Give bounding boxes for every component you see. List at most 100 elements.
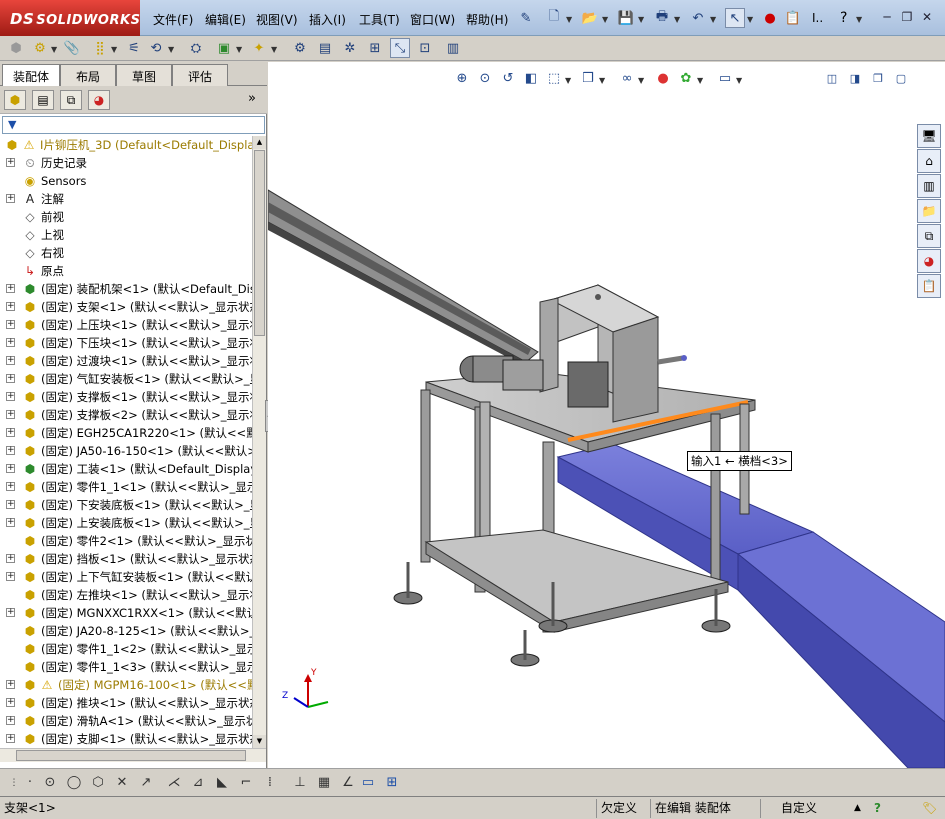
reference-geometry-icon[interactable]: ✦ — [249, 38, 269, 58]
convert-entities-icon[interactable]: ⌐ — [236, 773, 256, 793]
chevron-down-icon[interactable]: ▼ — [736, 76, 742, 85]
expand-icon[interactable]: + — [6, 734, 15, 743]
expand-icon[interactable]: + — [6, 446, 15, 455]
tree-node[interactable]: + ⬢ (固定) 支架<1> (默认<<默认>_显示状态 — [0, 298, 252, 316]
mirror-icon[interactable]: ⋌ — [164, 773, 184, 793]
circle-icon[interactable]: ⊙ — [40, 773, 60, 793]
feature-manager-icon[interactable]: ⬢ — [4, 90, 26, 110]
expand-icon[interactable]: + — [6, 302, 15, 311]
tree-vertical-scrollbar[interactable]: ▲ ▼ — [252, 136, 266, 748]
chevron-down-icon[interactable]: ▼ — [674, 15, 680, 24]
tree-node[interactable]: + ⬢ (固定) 推块<1> (默认<<默认>_显示状态 — [0, 694, 252, 712]
chevron-down-icon[interactable]: ▼ — [51, 45, 57, 54]
section-view-icon[interactable]: ◧ — [522, 70, 540, 88]
menu-view[interactable]: 视图(V) — [256, 11, 298, 28]
expand-icon[interactable]: + — [6, 482, 15, 491]
mate-icon[interactable]: ⚙ — [30, 38, 50, 58]
tree-node[interactable]: + ⬢ (固定) 上压块<1> (默认<<默认>_显示状 — [0, 316, 252, 334]
chevron-up-icon[interactable]: ▲ — [850, 799, 870, 818]
tab-evaluate[interactable]: 评估 — [172, 64, 228, 86]
expand-icon[interactable]: + — [6, 284, 15, 293]
paperclip-icon[interactable]: 📎 — [62, 38, 82, 58]
menu-help[interactable]: 帮助(H) — [466, 11, 508, 28]
graphics-area[interactable]: Z Y ⊕ ⊙ ↺ ◧ ⬚ ▼ ❒ ▼ ∞ ▼ ● ✿ ▼ ▭ ▼ ◫ ◨ ❐ … — [268, 62, 945, 768]
chevron-down-icon[interactable]: ▼ — [271, 45, 277, 54]
tree-node[interactable]: ◇ 右视 — [0, 244, 252, 262]
centerpoint-arc-icon[interactable]: ◯ — [64, 773, 84, 793]
tree-node[interactable]: + ⬢ (固定) 支撑板<2> (默认<<默认>_显示状 — [0, 406, 252, 424]
tab-sketch[interactable]: 草图 — [116, 64, 172, 86]
scroll-up-icon[interactable]: ▲ — [253, 136, 266, 149]
file-explorer-icon[interactable]: 📁 — [917, 199, 941, 223]
expand-icon[interactable]: + — [6, 428, 15, 437]
polygon-icon[interactable]: ⬡ — [88, 773, 108, 793]
status-units[interactable]: 自定义 — [760, 799, 850, 818]
smart-dimension-icon[interactable]: ⊥ — [290, 773, 310, 793]
home-icon[interactable]: ⌂ — [917, 149, 941, 173]
tree-node[interactable]: + ⬢ (固定) MGNXXC1RXX<1> (默认<<默认>_ — [0, 604, 252, 622]
pin-icon[interactable]: ✎ — [516, 8, 536, 28]
filter-funnel-icon[interactable]: ▼ — [8, 118, 16, 131]
edit-appearance-icon[interactable]: ● — [654, 70, 672, 88]
expand-icon[interactable]: + — [6, 320, 15, 329]
trim-icon[interactable]: ✕ — [112, 773, 132, 793]
chevron-down-icon[interactable]: ▼ — [565, 76, 571, 85]
smart-fasteners-icon[interactable]: ⚟ — [124, 38, 144, 58]
rebuild-traffic-light-icon[interactable]: ● — [760, 8, 780, 28]
expand-icon[interactable]: + — [6, 500, 15, 509]
chevron-down-icon[interactable]: ▼ — [599, 76, 605, 85]
table-icon[interactable]: ⊞ — [382, 773, 402, 793]
open-folder-icon[interactable]: 📂 — [580, 8, 600, 28]
large-assembly-icon[interactable]: ▥ — [443, 38, 463, 58]
options-truncated[interactable]: I.. — [812, 11, 823, 25]
tree-node[interactable]: + ⬢ (固定) 滑轨A<1> (默认<<默认>_显示状 — [0, 712, 252, 730]
tree-node[interactable]: + ⬢ (固定) 下压块<1> (默认<<默认>_显示状 — [0, 334, 252, 352]
viewport-layout-icon[interactable]: ◫ — [823, 70, 841, 88]
chevron-down-icon[interactable]: ▼ — [111, 45, 117, 54]
menu-edit[interactable]: 编辑(E) — [205, 11, 246, 28]
viewport-layout-icon[interactable]: ◨ — [846, 70, 864, 88]
tab-layout[interactable]: 布局 — [60, 64, 116, 86]
tree-node[interactable]: + ⬢ (固定) 挡板<1> (默认<<默认>_显示状态 — [0, 550, 252, 568]
property-manager-icon[interactable]: ▤ — [32, 90, 54, 110]
custom-properties-icon[interactable]: 📋 — [917, 274, 941, 298]
tree-node[interactable]: + ⬢ (固定) 下安装底板<1> (默认<<默认>_显 — [0, 496, 252, 514]
linear-pattern-icon[interactable]: ⣿ — [90, 38, 110, 58]
tree-node[interactable]: ⬢ (固定) 零件1_1<2> (默认<<默认>_显示状 — [0, 640, 252, 658]
tag-icon[interactable]: 🏷 — [918, 799, 942, 818]
show-hidden-icon[interactable]: ⛭ — [186, 38, 206, 58]
new-motion-study-icon[interactable]: ⚙ — [290, 38, 310, 58]
expand-icon[interactable]: + — [6, 680, 15, 689]
tree-node[interactable]: + ⬢ ⚠ (固定) MGPM16-100<1> (默认<<默认> — [0, 676, 252, 694]
expand-icon[interactable]: + — [6, 374, 15, 383]
expand-icon[interactable]: + — [6, 392, 15, 401]
tree-node[interactable]: + ⬢ (固定) 上安装底板<1> (默认<<默认>_显 — [0, 514, 252, 532]
chevron-down-icon[interactable]: ▼ — [697, 76, 703, 85]
linear-rail[interactable] — [268, 189, 539, 367]
configuration-manager-icon[interactable]: ⧉ — [60, 90, 82, 110]
insert-component-icon[interactable]: ⬢ — [6, 38, 26, 58]
maximize-icon[interactable]: ▢ — [892, 70, 910, 88]
interference-icon[interactable]: ⊡ — [415, 38, 435, 58]
file-properties-icon[interactable]: 📋 — [783, 8, 803, 28]
scroll-thumb[interactable] — [254, 150, 265, 336]
tree-node[interactable]: + ⬢ (固定) 装配机架<1> (默认<Default_Displ — [0, 280, 252, 298]
resources-icon[interactable]: 🖥 — [917, 124, 941, 148]
expand-icon[interactable]: + — [6, 698, 15, 707]
expand-icon[interactable]: + — [6, 518, 15, 527]
assembly-model[interactable]: Z Y — [268, 62, 945, 768]
appearances-icon[interactable]: ◕ — [917, 249, 941, 273]
tree-node[interactable]: + ⬢ (固定) 零件1_1<1> (默认<<默认>_显示状 — [0, 478, 252, 496]
expand-icon[interactable]: + — [6, 158, 15, 167]
expand-icon[interactable]: + — [6, 338, 15, 347]
linear-pattern-icon[interactable]: ⁞ — [260, 773, 280, 793]
expand-icon[interactable]: + — [6, 572, 15, 581]
zoom-to-fit-icon[interactable]: ⊕ — [453, 70, 471, 88]
tree-node[interactable]: + ⬢ (固定) 气缸安装板<1> (默认<<默认>_显 — [0, 370, 252, 388]
chevron-down-icon[interactable]: ▼ — [710, 15, 716, 24]
offset-icon[interactable]: ⊿ — [188, 773, 208, 793]
tree-node[interactable]: + ⬢ (固定) 上下气缸安装板<1> (默认<<默认 — [0, 568, 252, 586]
scroll-thumb[interactable] — [16, 750, 246, 761]
tree-node[interactable]: ⬢ (固定) JA20-8-125<1> (默认<<默认>_显 — [0, 622, 252, 640]
tab-assembly[interactable]: 装配体 — [2, 64, 60, 87]
